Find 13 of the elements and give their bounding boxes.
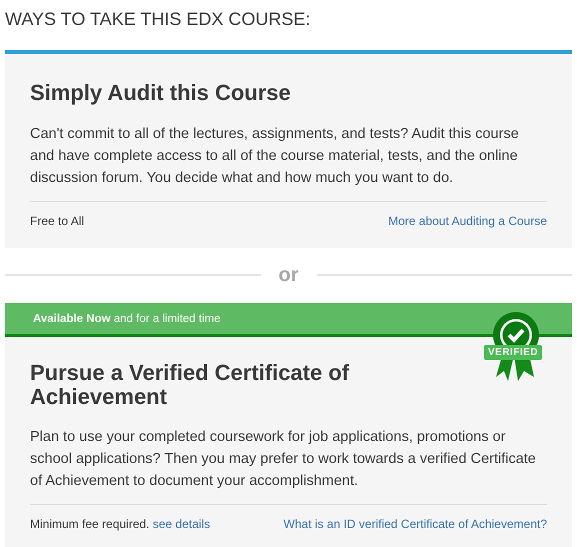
banner-text: Available Now and for a limited time <box>33 312 220 324</box>
card-title: Pursue a Verified Certificate of Achievement <box>30 361 350 409</box>
card-description: Can't commit to all of the lectures, assignments, and tests? Audit this course and have complete access to all of the course material, tests, and the online discussion forum. You decide what and how much you want to do. <box>30 125 520 188</box>
card-description: Plan to use your completed coursework for job applications, promotions or school applications? Then you may prefer to work towards a verified Certificate of Achievement to document your accomplishment. <box>30 428 537 491</box>
details-link[interactable]: see details <box>152 517 210 531</box>
info-link[interactable]: What is an ID verified Certificate of Achievement? <box>284 517 547 531</box>
separator-text: or <box>278 264 300 286</box>
price-text: Free to All <box>30 214 84 228</box>
card-title: Simply Audit this Course <box>30 80 292 106</box>
verified-label: VERIFIED <box>484 345 542 360</box>
info-link[interactable]: More about Auditing a Course <box>388 214 547 228</box>
price-text: Minimum fee required. see details <box>30 517 210 531</box>
section-heading: WAYS TO TAKE THIS EDX COURSE: <box>4 8 312 31</box>
